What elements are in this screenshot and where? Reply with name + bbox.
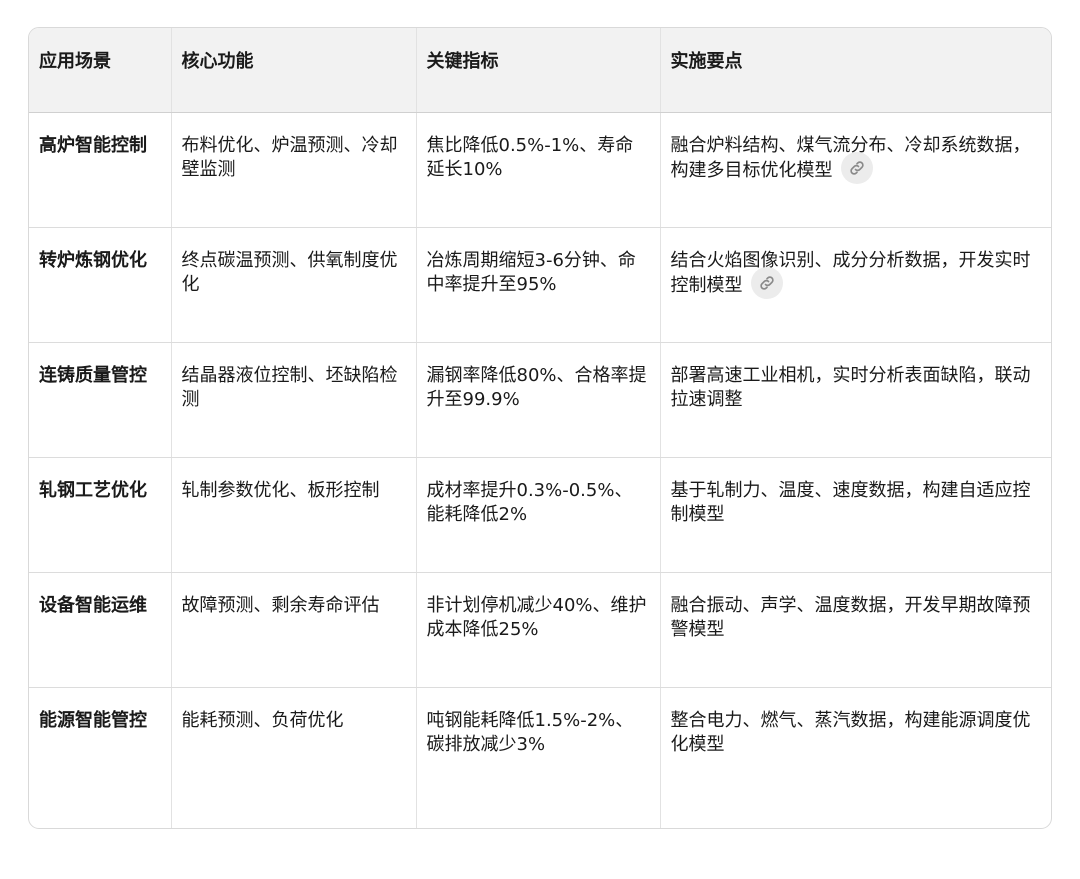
cell-function: 布料优化、炉温预测、冷却壁监测 bbox=[171, 112, 417, 228]
table-row: 能源智能管控 能耗预测、负荷优化 吨钢能耗降低1.5%-2%、碳排放减少3% 整… bbox=[29, 687, 1051, 828]
table-row: 轧钢工艺优化 轧制参数优化、板形控制 成材率提升0.3%-0.5%、能耗降低2%… bbox=[29, 457, 1051, 573]
cell-scene: 高炉智能控制 bbox=[29, 112, 172, 228]
cell-function: 结晶器液位控制、坯缺陷检测 bbox=[171, 342, 417, 458]
table-row: 连铸质量管控 结晶器液位控制、坯缺陷检测 漏钢率降低80%、合格率提升至99.9… bbox=[29, 342, 1051, 458]
cell-metric: 非计划停机减少40%、维护成本降低25% bbox=[416, 572, 661, 688]
data-table-card: 应用场景 核心功能 关键指标 实施要点 高炉智能控制 布料优化、炉温预测、冷却壁… bbox=[28, 27, 1052, 829]
header-point: 实施要点 bbox=[660, 28, 1051, 113]
cell-point-text: 结合火焰图像识别、成分分析数据，开发实时控制模型 bbox=[670, 249, 1031, 296]
cell-point: 结合火焰图像识别、成分分析数据，开发实时控制模型 bbox=[660, 227, 1051, 343]
header-scene: 应用场景 bbox=[29, 28, 172, 113]
cell-function: 故障预测、剩余寿命评估 bbox=[171, 572, 417, 688]
header-function: 核心功能 bbox=[171, 28, 417, 113]
cell-metric: 成材率提升0.3%-0.5%、能耗降低2% bbox=[416, 457, 661, 573]
cell-scene: 能源智能管控 bbox=[29, 687, 172, 828]
cell-function: 终点碳温预测、供氧制度优化 bbox=[171, 227, 417, 343]
cell-function: 轧制参数优化、板形控制 bbox=[171, 457, 417, 573]
cell-scene: 转炉炼钢优化 bbox=[29, 227, 172, 343]
table-row: 转炉炼钢优化 终点碳温预测、供氧制度优化 冶炼周期缩短3-6分钟、命中率提升至9… bbox=[29, 227, 1051, 343]
link-icon[interactable] bbox=[750, 266, 783, 299]
data-table: 应用场景 核心功能 关键指标 实施要点 高炉智能控制 布料优化、炉温预测、冷却壁… bbox=[29, 28, 1051, 828]
cell-scene: 连铸质量管控 bbox=[29, 342, 172, 458]
table-row: 设备智能运维 故障预测、剩余寿命评估 非计划停机减少40%、维护成本降低25% … bbox=[29, 572, 1051, 688]
cell-scene: 设备智能运维 bbox=[29, 572, 172, 688]
cell-point: 融合振动、声学、温度数据，开发早期故障预警模型 bbox=[660, 572, 1051, 688]
cell-function: 能耗预测、负荷优化 bbox=[171, 687, 417, 828]
cell-point: 基于轧制力、温度、速度数据，构建自适应控制模型 bbox=[660, 457, 1051, 573]
header-metric: 关键指标 bbox=[416, 28, 661, 113]
cell-scene: 轧钢工艺优化 bbox=[29, 457, 172, 573]
link-icon[interactable] bbox=[840, 151, 873, 184]
cell-metric: 冶炼周期缩短3-6分钟、命中率提升至95% bbox=[416, 227, 661, 343]
cell-point: 融合炉料结构、煤气流分布、冷却系统数据，构建多目标优化模型 bbox=[660, 112, 1051, 228]
cell-point: 整合电力、燃气、蒸汽数据，构建能源调度优化模型 bbox=[670, 709, 1031, 755]
table-row: 高炉智能控制 布料优化、炉温预测、冷却壁监测 焦比降低0.5%-1%、寿命延长1… bbox=[29, 112, 1051, 228]
cell-metric: 焦比降低0.5%-1%、寿命延长10% bbox=[416, 112, 661, 228]
cell-metric: 吨钢能耗降低1.5%-2%、碳排放减少3% bbox=[416, 687, 661, 828]
cell-metric: 漏钢率降低80%、合格率提升至99.9% bbox=[416, 342, 661, 458]
cell-point: 部署高速工业相机，实时分析表面缺陷，联动拉速调整 bbox=[660, 342, 1051, 458]
table-header-row: 应用场景 核心功能 关键指标 实施要点 bbox=[29, 28, 1051, 113]
